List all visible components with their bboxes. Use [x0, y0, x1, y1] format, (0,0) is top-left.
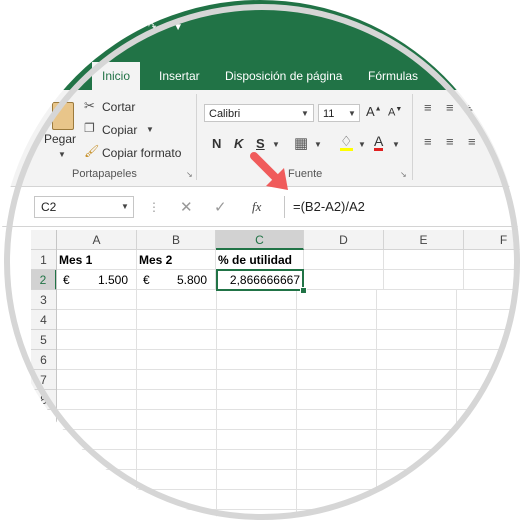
- more-options-icon[interactable]: ⋮: [148, 200, 160, 214]
- ribbon-tabs: Inicio Insertar Disposición de página Fó…: [0, 62, 520, 90]
- paste-label: Pegar: [44, 132, 77, 146]
- chevron-down-icon[interactable]: ▼: [392, 140, 400, 149]
- chevron-down-icon[interactable]: ▼: [358, 140, 366, 149]
- empty-cells-area[interactable]: [57, 290, 520, 520]
- dialog-launcher-icon[interactable]: ↘: [400, 170, 407, 179]
- customize-icon[interactable]: ▼: [173, 22, 183, 33]
- column-header-c[interactable]: C: [216, 230, 304, 250]
- italic-button[interactable]: K: [234, 136, 243, 151]
- fill-handle[interactable]: [300, 287, 307, 294]
- screenshot-circle: ■ ↶ ↷ ▼ Inicio Insertar Disposición de p…: [0, 0, 520, 520]
- paintbrush-icon: 🖌: [84, 144, 100, 158]
- row-header-7[interactable]: 7: [31, 370, 57, 390]
- cell-b2[interactable]: € 5.800: [137, 270, 216, 290]
- spreadsheet-grid: A B C D E F 1 2 3 4 5 6 7 8 Mes 1 Mes 2 …: [0, 230, 520, 520]
- chevron-down-icon: ▼: [348, 109, 356, 118]
- tab-formulas[interactable]: Fórmulas: [358, 62, 428, 90]
- align-top-icon[interactable]: ≡: [424, 100, 432, 115]
- chevron-down-icon: ▼: [301, 109, 309, 118]
- clipboard-icon: [52, 102, 74, 130]
- cell-value: 1.500: [97, 273, 128, 287]
- formula-bar: C2 ▼ ⋮ ✕ ✓ fx =(B2-A2)/A2: [0, 190, 520, 227]
- row-header-6[interactable]: 6: [31, 350, 57, 370]
- undo-icon[interactable]: ↶: [123, 22, 131, 33]
- group-divider: [196, 94, 197, 180]
- tab-inicio[interactable]: Inicio: [92, 62, 141, 90]
- format-painter-button[interactable]: 🖌 Copiar formato: [84, 144, 194, 162]
- cell-c1[interactable]: % de utilidad: [216, 250, 304, 270]
- paste-button[interactable]: Pegar ▼: [44, 100, 80, 164]
- chevron-down-icon: ▼: [58, 150, 66, 159]
- cancel-icon[interactable]: ✕: [180, 198, 193, 216]
- cell-a2[interactable]: € 1.500: [57, 270, 137, 290]
- fill-color-icon[interactable]: ♢: [340, 134, 353, 151]
- dialog-launcher-icon[interactable]: ↘: [186, 170, 193, 179]
- sheet-left-edge: [56, 230, 57, 520]
- column-header-d[interactable]: D: [304, 230, 384, 250]
- row-header-1[interactable]: 1: [31, 250, 57, 270]
- row-header-2[interactable]: 2: [31, 270, 57, 290]
- cell-c2-selected[interactable]: 2,866666667: [216, 269, 304, 291]
- enter-icon[interactable]: ✓: [214, 198, 227, 216]
- format-painter-label: Copiar formato: [102, 146, 182, 160]
- bold-button[interactable]: N: [212, 136, 221, 151]
- font-name-select[interactable]: Calibri ▼: [204, 104, 314, 122]
- copy-icon: ❐: [84, 121, 95, 135]
- currency-symbol: €: [143, 273, 150, 287]
- currency-symbol: €: [63, 273, 70, 287]
- font-color-icon[interactable]: A: [374, 134, 384, 151]
- decrease-font-icon[interactable]: A▼: [388, 106, 402, 119]
- align-middle-icon[interactable]: ≡: [446, 100, 454, 115]
- copy-label: Copiar: [102, 123, 138, 137]
- formula-input[interactable]: =(B2-A2)/A2: [284, 196, 520, 218]
- cut-label: Cortar: [102, 100, 136, 114]
- save-icon[interactable]: ■: [100, 22, 106, 33]
- chevron-down-icon[interactable]: ▼: [314, 140, 322, 149]
- row-header-4[interactable]: 4: [31, 310, 57, 330]
- column-header-a[interactable]: A: [57, 230, 137, 250]
- quick-access-toolbar: ■ ↶ ↷ ▼: [100, 22, 197, 33]
- increase-font-icon[interactable]: A▲: [366, 104, 382, 119]
- column-header-b[interactable]: B: [137, 230, 216, 250]
- empty-cells-row1-2[interactable]: [304, 250, 520, 290]
- align-right-icon[interactable]: ≡: [468, 134, 476, 149]
- group-divider: [412, 94, 413, 180]
- scissors-icon: ✂: [84, 98, 95, 113]
- chevron-down-icon[interactable]: ▼: [272, 140, 280, 149]
- redo-icon[interactable]: ↷: [148, 22, 156, 33]
- align-bottom-icon[interactable]: ≡: [468, 100, 476, 115]
- align-center-icon[interactable]: ≡: [446, 134, 454, 149]
- cell-b1[interactable]: Mes 2: [137, 250, 216, 270]
- name-box-value: C2: [41, 200, 57, 214]
- tab-insertar[interactable]: Insertar: [149, 62, 210, 90]
- insert-function-button[interactable]: fx: [252, 199, 261, 215]
- cell-a1[interactable]: Mes 1: [57, 250, 137, 270]
- column-header-f[interactable]: F: [464, 230, 520, 250]
- row-header-8[interactable]: 8: [31, 390, 57, 410]
- row-header-5[interactable]: 5: [31, 330, 57, 350]
- select-all-corner[interactable]: [31, 230, 57, 250]
- tab-disposicion-de-pagina[interactable]: Disposición de página: [215, 62, 352, 90]
- borders-icon[interactable]: ▦: [294, 134, 308, 152]
- underline-button[interactable]: S: [256, 136, 265, 151]
- row-header-3[interactable]: 3: [31, 290, 57, 310]
- title-bar: ■ ↶ ↷ ▼: [0, 0, 520, 62]
- column-header-e[interactable]: E: [384, 230, 464, 250]
- align-left-icon[interactable]: ≡: [424, 134, 432, 149]
- cut-button[interactable]: ✂ Cortar: [84, 98, 144, 116]
- cell-value: 5.800: [176, 273, 207, 287]
- font-name-value: Calibri: [209, 108, 241, 120]
- font-size-select[interactable]: 11 ▼: [318, 104, 360, 122]
- font-size-value: 11: [323, 108, 335, 120]
- clipboard-group-label: Portapapeles: [72, 168, 137, 180]
- chevron-down-icon: ▼: [146, 125, 154, 134]
- name-box[interactable]: C2 ▼: [34, 196, 134, 218]
- chevron-down-icon: ▼: [121, 202, 129, 211]
- copy-button[interactable]: ❐ Copiar ▼: [84, 121, 158, 139]
